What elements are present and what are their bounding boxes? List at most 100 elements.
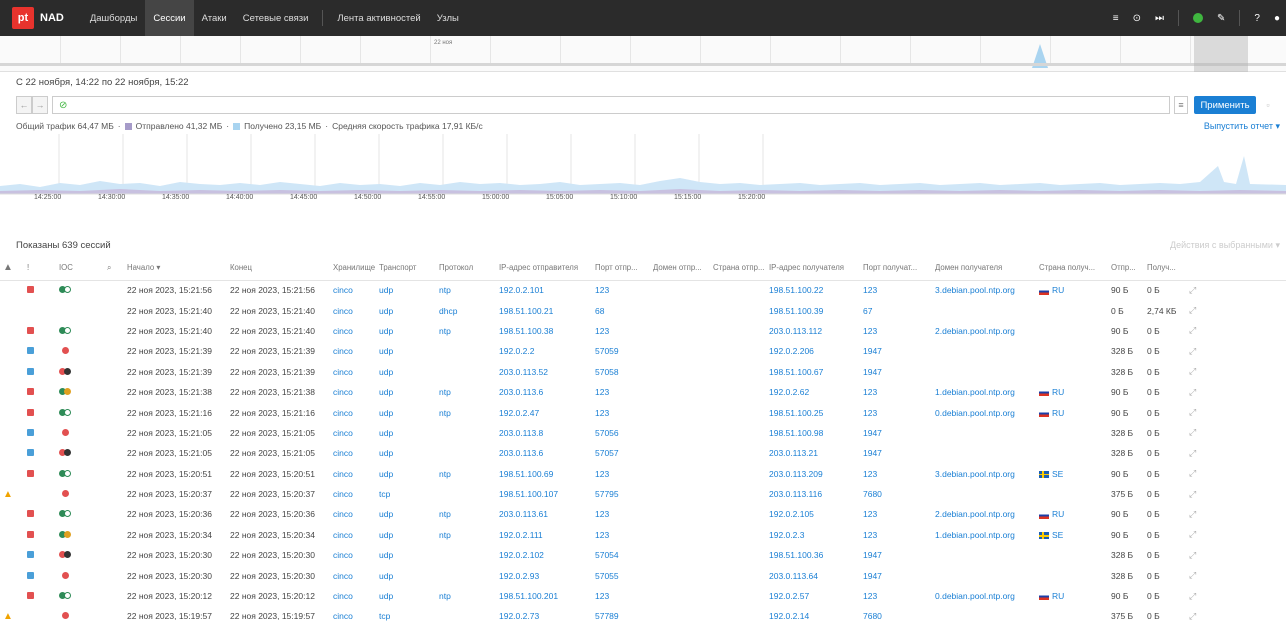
back-button[interactable]: ← [16, 96, 32, 114]
src-ip-cell[interactable]: 203.0.113.61 [496, 504, 592, 524]
country-link[interactable]: RU [1052, 408, 1064, 418]
nav-nodes[interactable]: Узлы [429, 0, 467, 36]
transport-cell[interactable]: udp [376, 504, 436, 524]
transport-cell[interactable]: udp [376, 545, 436, 565]
storage-cell[interactable]: cinco [330, 504, 376, 524]
col-ioc-header[interactable]: IOC [56, 256, 104, 281]
protocol-cell[interactable] [436, 545, 496, 565]
expand-cell[interactable]: ⤢ [1186, 300, 1286, 320]
protocol-cell[interactable] [436, 341, 496, 361]
dst-domain-cell[interactable] [932, 362, 1036, 382]
src-port-cell[interactable]: 123 [592, 321, 650, 341]
col-transport-header[interactable]: Транспорт [376, 256, 436, 281]
expand-icon[interactable]: ⤢ [1189, 427, 1196, 437]
protocol-cell[interactable] [436, 565, 496, 585]
storage-cell[interactable]: cinco [330, 341, 376, 361]
expand-icon[interactable]: ⤢ [1189, 550, 1196, 560]
table-row[interactable]: 22 ноя 2023, 15:20:12 22 ноя 2023, 15:20:… [0, 586, 1286, 606]
src-ip-cell[interactable]: 192.0.2.101 [496, 280, 592, 300]
nav-dashboards[interactable]: Дашборды [82, 0, 146, 36]
dst-port-cell[interactable]: 1947 [860, 362, 932, 382]
transport-cell[interactable]: udp [376, 565, 436, 585]
user-icon[interactable]: ● [1274, 13, 1280, 24]
col-src-domain-header[interactable]: Домен отпр... [650, 256, 710, 281]
table-row[interactable]: 22 ноя 2023, 15:21:56 22 ноя 2023, 15:21:… [0, 280, 1286, 300]
dst-domain-cell[interactable]: 0.debian.pool.ntp.org [932, 586, 1036, 606]
src-ip-cell[interactable]: 192.0.2.73 [496, 606, 592, 626]
src-port-cell[interactable]: 68 [592, 300, 650, 320]
dst-port-cell[interactable]: 123 [860, 464, 932, 484]
protocol-cell[interactable] [436, 362, 496, 382]
dst-ip-cell[interactable]: 203.0.113.64 [766, 565, 860, 585]
src-ip-cell[interactable]: 198.51.100.21 [496, 300, 592, 320]
dst-domain-cell[interactable]: 1.debian.pool.ntp.org [932, 525, 1036, 545]
src-port-cell[interactable]: 57055 [592, 565, 650, 585]
col-end-header[interactable]: Конец [227, 256, 330, 281]
table-row[interactable]: 22 ноя 2023, 15:21:40 22 ноя 2023, 15:21:… [0, 300, 1286, 320]
dst-port-cell[interactable]: 123 [860, 280, 932, 300]
clock-icon[interactable]: ⊙ [1133, 13, 1141, 24]
src-ip-cell[interactable]: 203.0.113.52 [496, 362, 592, 382]
col-dst-domain-header[interactable]: Домен получателя [932, 256, 1036, 281]
dst-domain-cell[interactable] [932, 606, 1036, 626]
overview-timeline[interactable]: 22 ноя [0, 36, 1286, 72]
protocol-cell[interactable] [436, 606, 496, 626]
expand-cell[interactable]: ⤢ [1186, 341, 1286, 361]
table-row[interactable]: 22 ноя 2023, 15:20:51 22 ноя 2023, 15:20:… [0, 464, 1286, 484]
dst-domain-cell[interactable]: 1.debian.pool.ntp.org [932, 382, 1036, 402]
list-icon[interactable]: ≡ [1113, 13, 1119, 24]
src-port-cell[interactable]: 123 [592, 280, 650, 300]
nav-network-links[interactable]: Сетевые связи [235, 0, 317, 36]
table-row[interactable]: 22 ноя 2023, 15:21:38 22 ноя 2023, 15:21:… [0, 382, 1286, 402]
dst-ip-cell[interactable]: 192.0.2.57 [766, 586, 860, 606]
src-port-cell[interactable]: 123 [592, 504, 650, 524]
src-ip-cell[interactable]: 198.51.100.107 [496, 484, 592, 504]
dst-domain-cell[interactable]: 0.debian.pool.ntp.org [932, 402, 1036, 422]
src-ip-cell[interactable]: 192.0.2.2 [496, 341, 592, 361]
col-sent-header[interactable]: Отпр... [1108, 256, 1144, 281]
transport-cell[interactable]: udp [376, 341, 436, 361]
transport-cell[interactable]: udp [376, 321, 436, 341]
expand-cell[interactable]: ⤢ [1186, 545, 1286, 565]
expand-icon[interactable]: ⤢ [1189, 570, 1196, 580]
apply-button[interactable]: Применить [1194, 96, 1256, 114]
transport-cell[interactable]: udp [376, 443, 436, 463]
storage-cell[interactable]: cinco [330, 565, 376, 585]
help-icon[interactable]: ? [1254, 13, 1260, 24]
dst-domain-cell[interactable]: 3.debian.pool.ntp.org [932, 464, 1036, 484]
save-query-icon[interactable]: ▫ [1260, 96, 1276, 114]
storage-cell[interactable]: cinco [330, 464, 376, 484]
dst-port-cell[interactable]: 1947 [860, 565, 932, 585]
protocol-cell[interactable]: ntp [436, 382, 496, 402]
protocol-cell[interactable]: ntp [436, 321, 496, 341]
nav-sessions[interactable]: Сессии [145, 0, 194, 36]
wrench-icon[interactable]: ✎ [1217, 13, 1225, 24]
country-link[interactable]: RU [1052, 285, 1064, 295]
expand-cell[interactable]: ⤢ [1186, 423, 1286, 443]
dst-port-cell[interactable]: 123 [860, 382, 932, 402]
protocol-cell[interactable]: ntp [436, 280, 496, 300]
storage-cell[interactable]: cinco [330, 545, 376, 565]
src-port-cell[interactable]: 123 [592, 402, 650, 422]
country-link[interactable]: SE [1052, 530, 1063, 540]
protocol-cell[interactable]: dhcp [436, 300, 496, 320]
dst-domain-cell[interactable] [932, 443, 1036, 463]
dst-port-cell[interactable]: 7680 [860, 606, 932, 626]
src-port-cell[interactable]: 57795 [592, 484, 650, 504]
src-ip-cell[interactable]: 192.0.2.102 [496, 545, 592, 565]
col-recv-header[interactable]: Получ... [1144, 256, 1186, 281]
protocol-cell[interactable]: ntp [436, 402, 496, 422]
col-dst-ip-header[interactable]: IP-адрес получателя [766, 256, 860, 281]
timeline-scrollbar[interactable] [0, 63, 1286, 66]
expand-icon[interactable]: ⤢ [1189, 468, 1196, 478]
nav-attacks[interactable]: Атаки [194, 0, 235, 36]
nav-activity-feed[interactable]: Лента активностей [329, 0, 428, 36]
src-ip-cell[interactable]: 203.0.113.8 [496, 423, 592, 443]
transport-cell[interactable]: udp [376, 402, 436, 422]
transport-cell[interactable]: udp [376, 300, 436, 320]
storage-cell[interactable]: cinco [330, 300, 376, 320]
expand-cell[interactable]: ⤢ [1186, 382, 1286, 402]
storage-cell[interactable]: cinco [330, 586, 376, 606]
query-input[interactable]: ⊘ [52, 96, 1170, 114]
dst-port-cell[interactable]: 1947 [860, 443, 932, 463]
